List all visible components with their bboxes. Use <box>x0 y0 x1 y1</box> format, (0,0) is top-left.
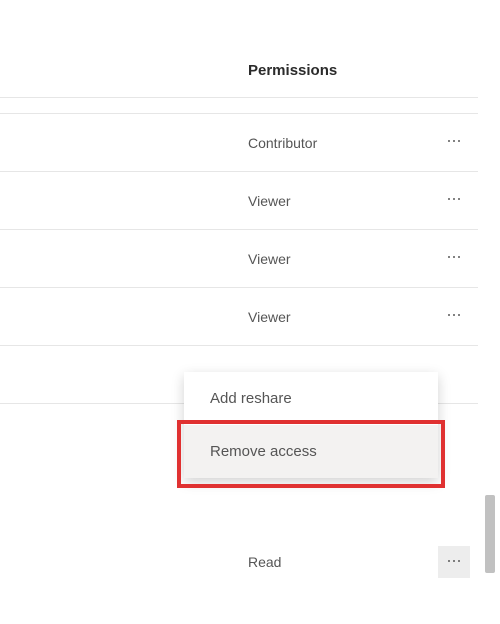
more-icon <box>446 307 462 326</box>
menu-item-remove-access[interactable]: Remove access <box>184 425 438 478</box>
more-options-button[interactable] <box>438 185 470 217</box>
more-options-button[interactable] <box>438 127 470 159</box>
more-options-button[interactable] <box>438 243 470 275</box>
more-options-button[interactable] <box>438 546 470 578</box>
scrollbar-thumb[interactable] <box>485 495 495 573</box>
menu-item-label: Add reshare <box>210 390 292 407</box>
permission-label: Read <box>248 554 438 570</box>
column-header-permissions: Permissions <box>248 62 337 79</box>
more-icon <box>446 553 462 572</box>
more-icon <box>446 249 462 268</box>
permission-row: Viewer <box>0 229 478 287</box>
menu-item-label: Remove access <box>210 443 317 460</box>
permissions-panel: Permissions Contributor Viewer Viewer Vi… <box>0 0 478 591</box>
permission-label: Viewer <box>248 251 438 267</box>
permission-row: Viewer <box>0 287 478 345</box>
more-icon <box>446 133 462 152</box>
permissions-header: Permissions <box>0 0 478 97</box>
menu-item-add-reshare[interactable]: Add reshare <box>184 372 438 425</box>
more-options-button[interactable] <box>438 301 470 333</box>
more-icon <box>446 191 462 210</box>
permission-row: Read <box>0 533 478 591</box>
permission-label: Viewer <box>248 309 438 325</box>
context-menu: Add reshare Remove access <box>184 372 438 478</box>
permission-row: Viewer <box>0 171 478 229</box>
permission-label: Viewer <box>248 193 438 209</box>
permission-row: Contributor <box>0 113 478 171</box>
permission-row <box>0 97 478 113</box>
permission-label: Contributor <box>248 135 438 151</box>
